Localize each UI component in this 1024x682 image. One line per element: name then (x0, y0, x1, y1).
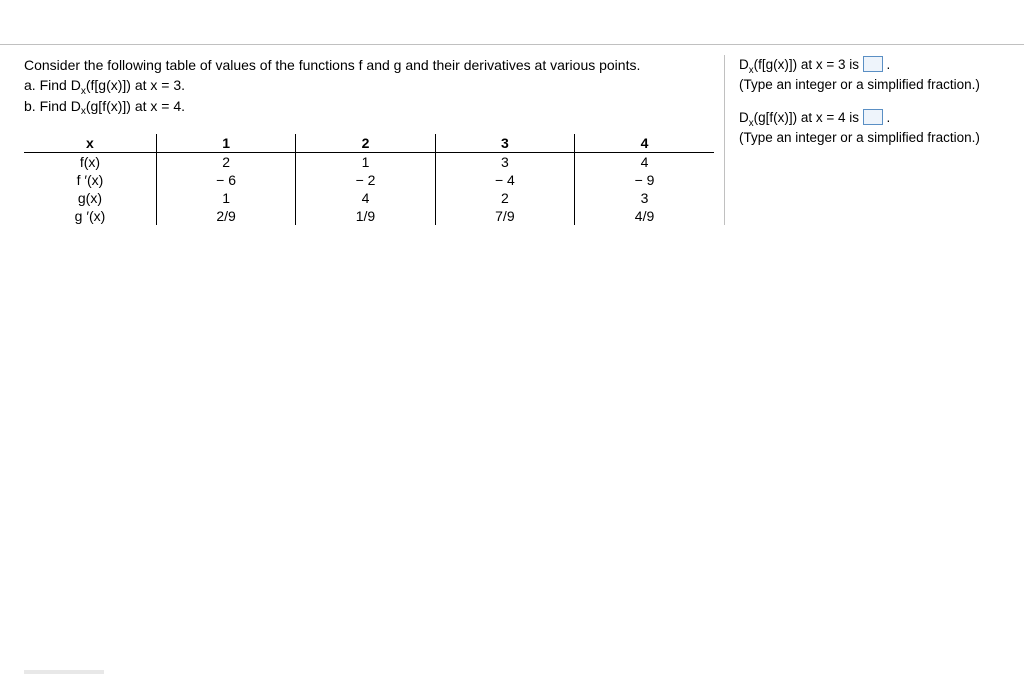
table-header-row: x 1 2 3 4 (24, 134, 714, 153)
cell: − 6 (156, 171, 295, 189)
cell: 2 (156, 152, 295, 171)
cell: 4 (575, 152, 714, 171)
values-table: x 1 2 3 4 f(x) 2 1 3 4 f ′(x) − 6 (24, 134, 714, 225)
row-label-fx: f(x) (24, 152, 156, 171)
header-2: 2 (296, 134, 435, 153)
bottom-scrollbar-hint (24, 670, 104, 674)
row-label-gx: g(x) (24, 189, 156, 207)
part-a-rest: (f[g(x)]) at x = 3. (86, 77, 185, 93)
answer-a-prefix: D (739, 57, 749, 72)
cell: − 9 (575, 171, 714, 189)
cell: 1/9 (296, 207, 435, 225)
answer-a-hint: (Type an integer or a simplified fractio… (739, 77, 980, 92)
answer-b-hint: (Type an integer or a simplified fractio… (739, 130, 980, 145)
problem-intro: Consider the following table of values o… (24, 57, 640, 73)
cell: 4/9 (575, 207, 714, 225)
table-row: f ′(x) − 6 − 2 − 4 − 9 (24, 171, 714, 189)
cell: 4 (296, 189, 435, 207)
table-row: g(x) 1 4 2 3 (24, 189, 714, 207)
header-1: 1 (156, 134, 295, 153)
answer-column: Dx(f[g(x)]) at x = 3 is . (Type an integ… (724, 55, 1000, 225)
row-label-gpx: g ′(x) (24, 207, 156, 225)
cell: 3 (435, 152, 574, 171)
cell: 1 (296, 152, 435, 171)
content-wrap: Consider the following table of values o… (0, 45, 1024, 225)
part-b-prefix: b. Find D (24, 98, 81, 114)
cell: 7/9 (435, 207, 574, 225)
answer-b-input[interactable] (863, 109, 883, 125)
cell: 2 (435, 189, 574, 207)
answer-b-mid: (g[f(x)]) at x = 4 is (754, 110, 863, 125)
question-column: Consider the following table of values o… (24, 55, 724, 225)
answer-b-block: Dx(g[f(x)]) at x = 4 is . (Type an integ… (739, 108, 1000, 147)
answer-a-input[interactable] (863, 56, 883, 72)
cell: − 4 (435, 171, 574, 189)
answer-a-mid: (f[g(x)]) at x = 3 is (754, 57, 863, 72)
header-x: x (24, 134, 156, 153)
answer-a-block: Dx(f[g(x)]) at x = 3 is . (Type an integ… (739, 55, 1000, 94)
cell: 3 (575, 189, 714, 207)
header-4: 4 (575, 134, 714, 153)
cell: 1 (156, 189, 295, 207)
part-a-prefix: a. Find D (24, 77, 81, 93)
answer-a-suffix: . (887, 57, 891, 72)
answer-b-suffix: . (887, 110, 891, 125)
row-label-fpx: f ′(x) (24, 171, 156, 189)
table-row: g ′(x) 2/9 1/9 7/9 4/9 (24, 207, 714, 225)
cell: 2/9 (156, 207, 295, 225)
table-row: f(x) 2 1 3 4 (24, 152, 714, 171)
answer-b-prefix: D (739, 110, 749, 125)
header-3: 3 (435, 134, 574, 153)
cell: − 2 (296, 171, 435, 189)
problem-statement: Consider the following table of values o… (24, 55, 714, 116)
part-b-rest: (g[f(x)]) at x = 4. (86, 98, 185, 114)
